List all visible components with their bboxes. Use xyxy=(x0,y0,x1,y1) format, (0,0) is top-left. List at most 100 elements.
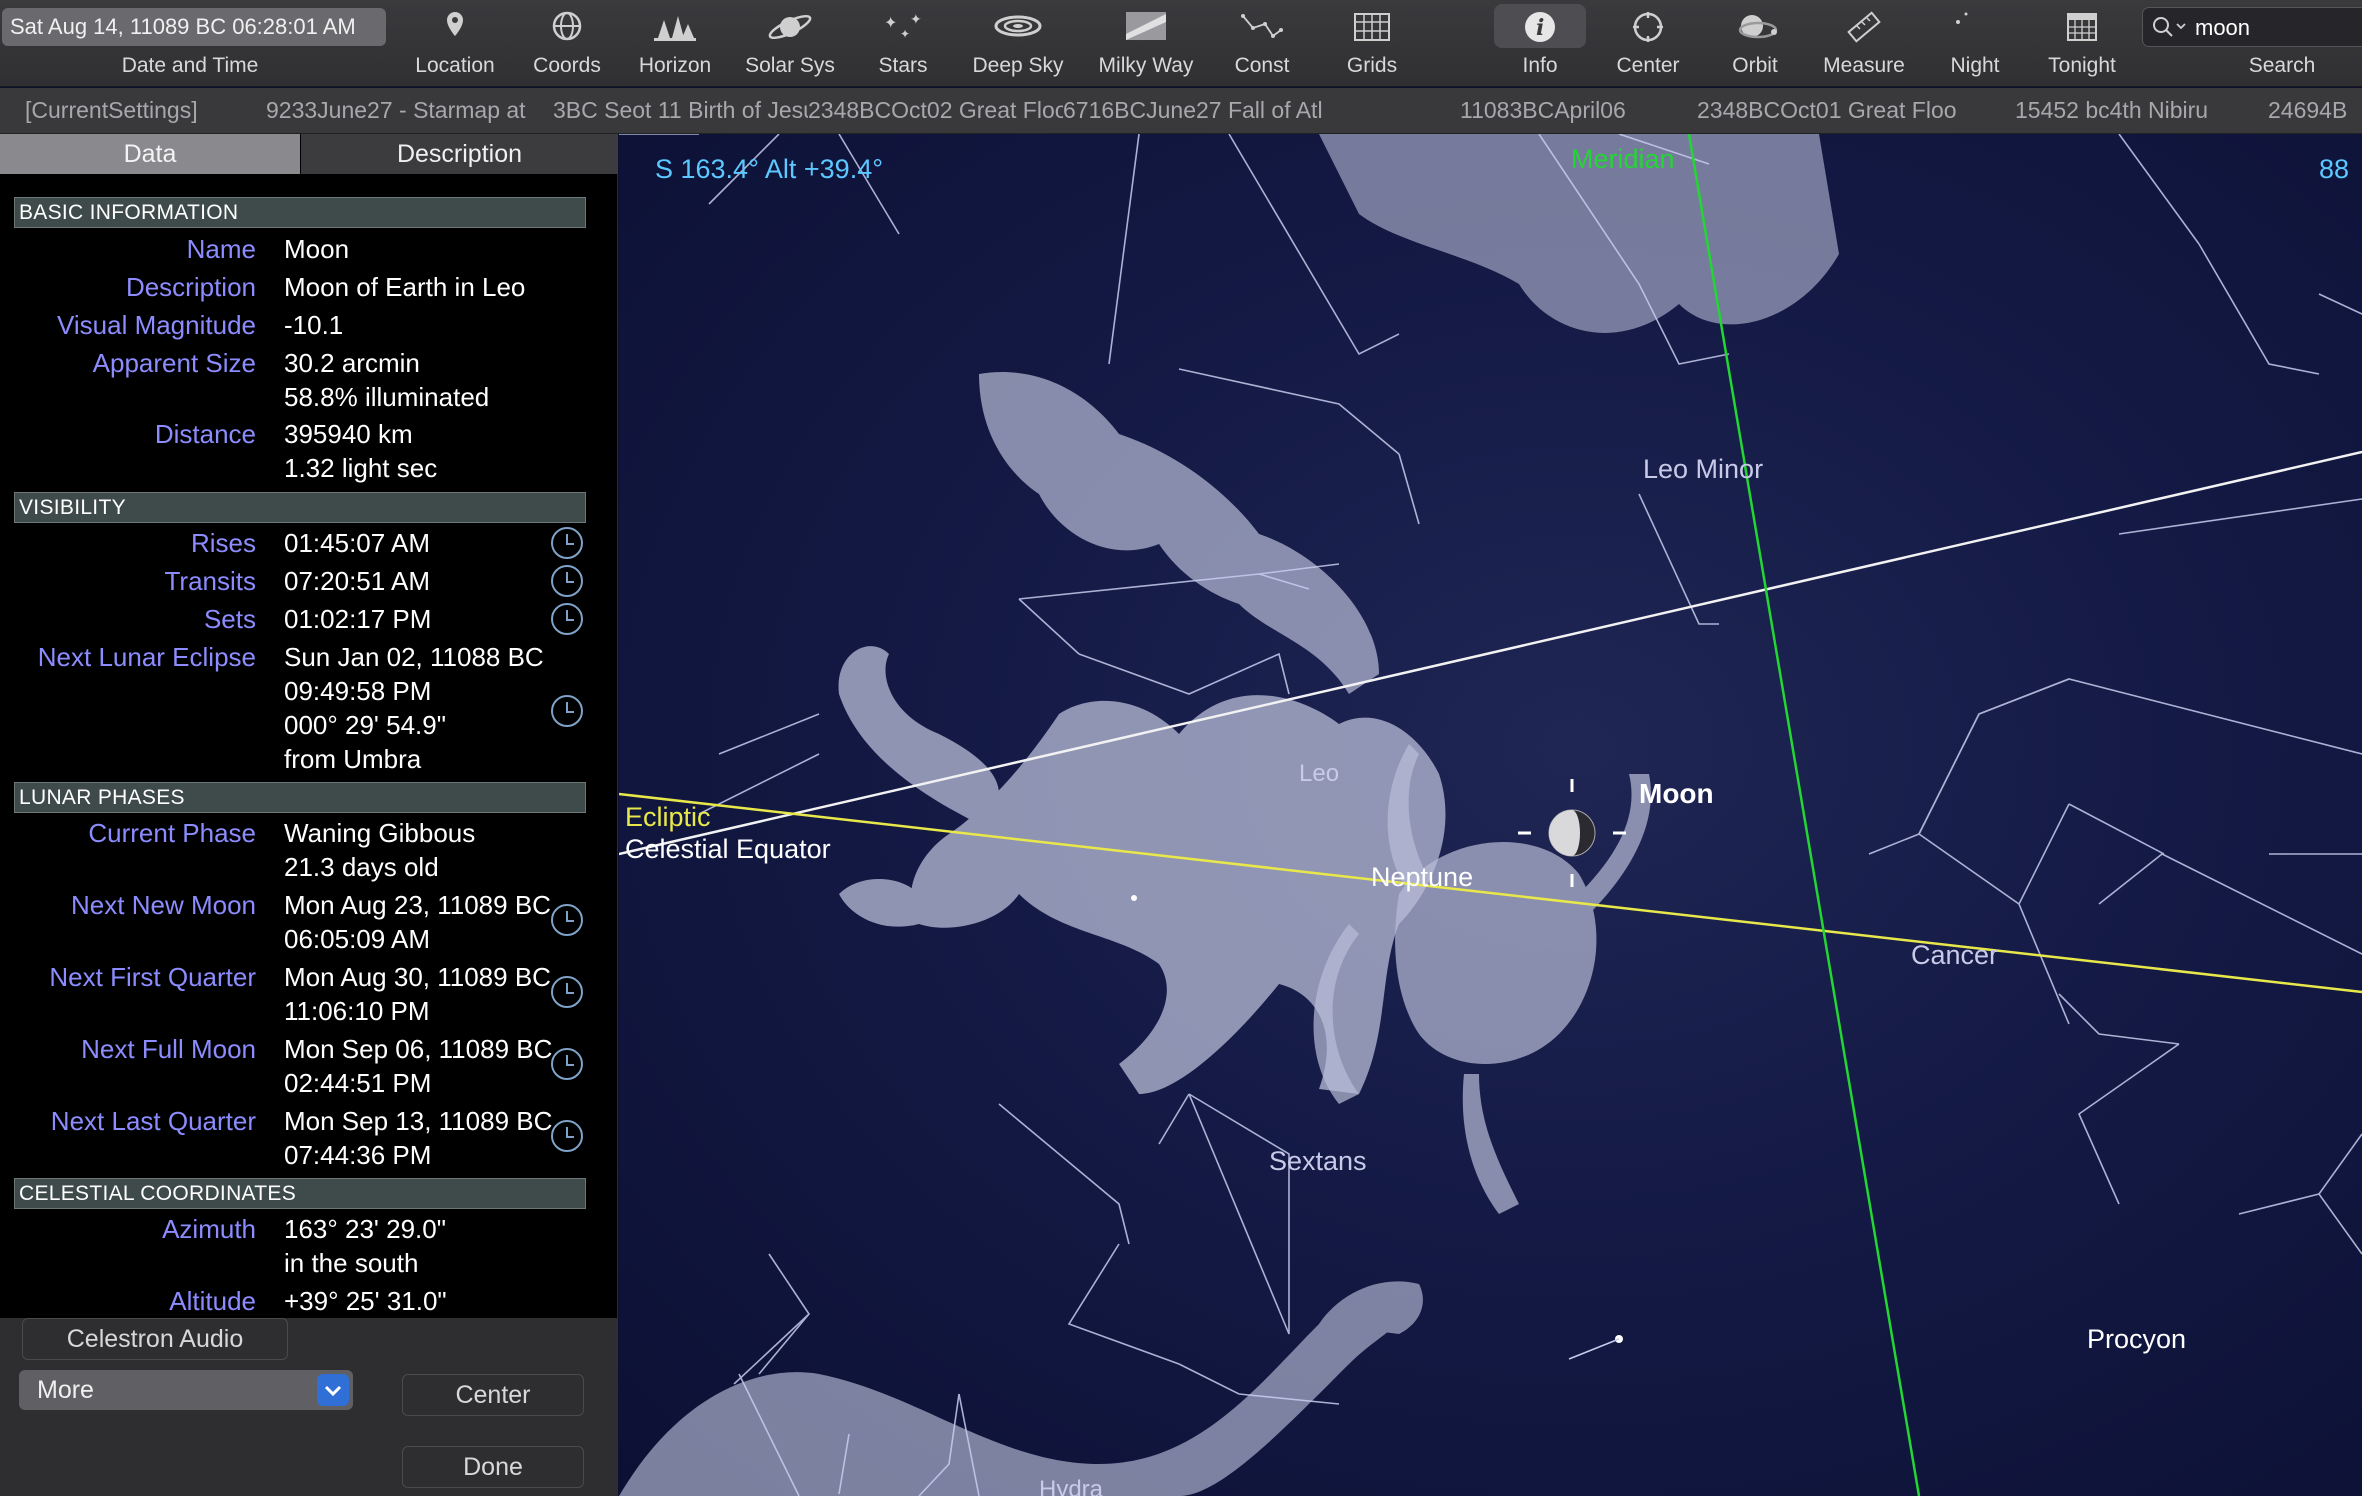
last-quarter-date: Mon Sep 13, 11089 BC xyxy=(284,1106,553,1136)
neptune-marker[interactable] xyxy=(1131,895,1137,901)
grids-label: Grids xyxy=(1346,54,1398,77)
sky-chart[interactable]: S 163.4° Alt +39.4° 88 Meridian Ecliptic… xyxy=(619,134,2362,1496)
svg-text:✦: ✦ xyxy=(910,11,922,27)
moon-age-value: 21.3 days old xyxy=(284,852,439,882)
info-panel: Data Description BASIC INFORMATION Name … xyxy=(0,134,618,1496)
svg-text:i: i xyxy=(1536,15,1544,41)
bookmarks-bar: [CurrentSettings] 9233June27 - Starmap a… xyxy=(0,88,2362,134)
orbit-icon xyxy=(1730,8,1780,48)
bookmark-item[interactable]: 24694B xyxy=(2268,97,2362,124)
last-quarter-clock-icon[interactable] xyxy=(551,1120,583,1152)
new-moon-clock-icon[interactable] xyxy=(551,904,583,936)
toolbar: Sat Aug 14, 11089 BC 06:28:01 AM Date an… xyxy=(0,0,2362,87)
bookmark-item[interactable]: 15452 bc4th Nibiru xyxy=(2015,97,2255,124)
rises-clock-icon[interactable] xyxy=(551,527,583,559)
milky-way-icon xyxy=(1121,8,1171,48)
size-label: Apparent Size xyxy=(92,348,256,378)
ruler-icon xyxy=(1839,8,1889,48)
celestron-audio-button[interactable]: Celestron Audio xyxy=(22,1318,288,1360)
last-quarter-label: Next Last Quarter xyxy=(50,1106,256,1136)
full-moon-time: 02:44:51 PM xyxy=(284,1068,432,1098)
svg-text:✦: ✦ xyxy=(884,15,897,32)
svg-text:✦: ✦ xyxy=(900,27,910,41)
cancer-label: Cancer xyxy=(1911,940,1999,970)
new-moon-label: Next New Moon xyxy=(71,890,256,920)
bookmark-item[interactable]: 2348BCOct02 Great Floo xyxy=(808,97,1063,124)
constellation-icon xyxy=(1237,8,1287,48)
current-phase-label: Current Phase xyxy=(88,818,256,848)
sky-canvas xyxy=(619,134,2362,1496)
date-time-display[interactable]: Sat Aug 14, 11089 BC 06:28:01 AM xyxy=(2,8,386,46)
bookmark-item[interactable]: 6716BCJune27 Fall of Atl xyxy=(1063,97,1413,124)
description-value: Moon of Earth in Leo xyxy=(284,272,526,302)
solar-system-label: Solar Sys xyxy=(745,54,835,77)
procyon-label: Procyon xyxy=(2087,1324,2187,1354)
horizon-label: Horizon xyxy=(638,54,712,77)
center-button[interactable]: Center xyxy=(402,1374,584,1416)
bookmark-item[interactable]: 3BC Seot 11 Birth of Jesu xyxy=(553,97,808,124)
new-moon-date: Mon Aug 23, 11089 BC xyxy=(284,890,551,920)
hydra-label: Hydra xyxy=(1039,1476,1104,1496)
azimuth-label: Azimuth xyxy=(162,1214,256,1244)
more-dropdown[interactable]: More xyxy=(19,1370,353,1410)
search-input[interactable] xyxy=(2195,14,2362,42)
location-label: Location xyxy=(415,54,495,77)
bookmark-item[interactable]: 2348BCOct01 Great Floo xyxy=(1697,97,1982,124)
info-scroll-area[interactable]: BASIC INFORMATION Name Moon Description … xyxy=(0,174,618,1452)
bookmark-item[interactable]: 9233June27 - Starmap at xyxy=(266,97,552,124)
moon-stars-icon xyxy=(1950,8,2000,48)
bookmark-item[interactable]: 11083BCApril06 xyxy=(1460,97,1660,124)
stars-label: Stars xyxy=(878,54,928,77)
constellations-label: Const xyxy=(1234,54,1290,77)
milky-way-label: Milky Way xyxy=(1098,54,1194,77)
full-moon-clock-icon[interactable] xyxy=(551,1048,583,1080)
constellation-lines xyxy=(619,134,2362,1496)
new-moon-time: 06:05:09 AM xyxy=(284,924,430,954)
center-toolbar-label: Center xyxy=(1616,54,1680,77)
galaxy-icon xyxy=(993,8,1043,48)
eclipse-label: Next Lunar Eclipse xyxy=(37,642,256,672)
panel-footer: Celestron Audio More Center Done xyxy=(0,1318,618,1496)
rises-label: Rises xyxy=(190,528,256,558)
sextans-lines xyxy=(1158,1093,1290,1335)
magnitude-value: -10.1 xyxy=(284,310,344,340)
name-value: Moon xyxy=(284,234,350,264)
description-label: Description xyxy=(125,272,256,302)
tab-data[interactable]: Data xyxy=(0,134,300,174)
eclipse-clock-icon[interactable] xyxy=(551,695,583,727)
grid-icon xyxy=(1347,8,1397,48)
done-button[interactable]: Done xyxy=(402,1446,584,1488)
size-value: 30.2 arcmin xyxy=(284,348,420,378)
stars-icon: ✦ ✦ ✦ xyxy=(878,8,928,48)
fov-readout: 88 xyxy=(2319,154,2350,184)
meridian-label: Meridian xyxy=(1571,144,1675,174)
last-quarter-time: 07:44:36 PM xyxy=(284,1140,432,1170)
transits-value: 07:20:51 AM xyxy=(284,566,430,596)
tab-description[interactable]: Description xyxy=(301,134,618,174)
ecliptic-label: Ecliptic xyxy=(625,802,711,832)
panel-tabs: Data Description xyxy=(0,134,618,174)
sets-clock-icon[interactable] xyxy=(551,603,583,635)
first-quarter-clock-icon[interactable] xyxy=(551,976,583,1008)
tonight-label: Tonight xyxy=(2048,54,2116,77)
azimuth-value: 163° 23' 29.0" xyxy=(284,1214,446,1244)
horizon-trees-icon xyxy=(650,8,700,48)
info-icon: i xyxy=(1515,8,1565,48)
distance-light-value: 1.32 light sec xyxy=(284,453,438,483)
chevron-down-icon xyxy=(317,1374,349,1406)
search-icon xyxy=(2153,17,2186,37)
search-box[interactable] xyxy=(2142,7,2362,47)
full-moon-label: Next Full Moon xyxy=(81,1034,256,1064)
pointing-readout: S 163.4° Alt +39.4° xyxy=(655,154,884,184)
section-header-basic: BASIC INFORMATION xyxy=(14,197,586,228)
first-quarter-date: Mon Aug 30, 11089 BC xyxy=(284,962,551,992)
distance-km-value: 395940 km xyxy=(284,419,413,449)
transits-clock-icon[interactable] xyxy=(551,565,583,597)
orbit-label: Orbit xyxy=(1732,54,1778,77)
eclipse-from-value: from Umbra xyxy=(284,744,422,774)
hydra-artwork xyxy=(619,1281,1423,1496)
deep-sky-label: Deep Sky xyxy=(972,54,1064,77)
bookmark-item[interactable]: [CurrentSettings] xyxy=(25,97,240,124)
magnitude-label: Visual Magnitude xyxy=(57,310,256,340)
measure-label: Measure xyxy=(1823,54,1905,77)
